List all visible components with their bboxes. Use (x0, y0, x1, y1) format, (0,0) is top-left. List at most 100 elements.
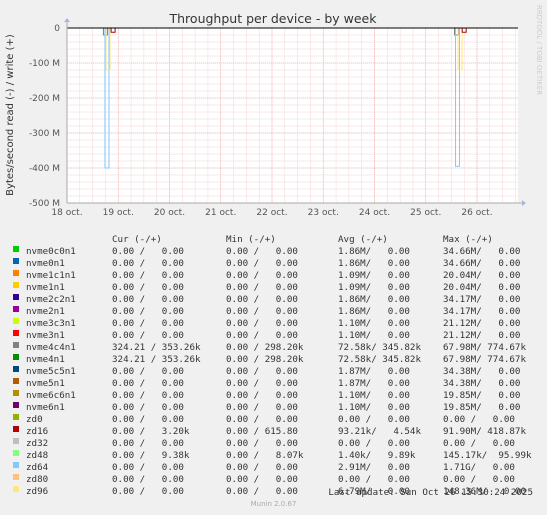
legend-name: nvme4c4n1 (26, 342, 76, 353)
y-tick-label: -300 M (29, 129, 60, 139)
legend-avg: 1.86M/ 0.00 (338, 258, 410, 269)
legend-max: 91.90M/ 418.87k (443, 426, 526, 437)
legend-cur: 0.00 / 0.00 (112, 462, 184, 473)
x-tick-label: 18 oct. (51, 208, 82, 218)
legend-row: nvme0n1 0.00 / 0.00 0.00 / 0.00 1.86M/ 0.00… (12, 258, 542, 270)
legend-swatch (13, 294, 19, 300)
legend-min: 0.00 / 0.00 (226, 366, 298, 377)
plot-background (67, 28, 518, 203)
legend-avg: 1.40k/ 9.89k (338, 450, 416, 461)
legend-name: nvme6c6n1 (26, 390, 76, 401)
legend-row: zd0 0.00 / 0.00 0.00 / 0.00 0.00 / 0.00 0.00… (12, 414, 542, 426)
legend-name: zd0 (26, 414, 43, 425)
legend-avg: 0.00 / 0.00 (338, 438, 410, 449)
legend-min: 0.00 / 0.00 (226, 318, 298, 329)
legend-min: 0.00 / 0.00 (226, 438, 298, 449)
legend-max: 0.00 / 0.00 (443, 474, 515, 485)
legend-avg: 1.87M/ 0.00 (338, 378, 410, 389)
legend-row: zd64 0.00 / 0.00 0.00 / 0.00 2.91M/ 0.00 1.7… (12, 462, 542, 474)
legend-swatch (13, 318, 19, 324)
legend-avg: 72.58k/ 345.82k (338, 342, 421, 353)
legend-cur: 0.00 / 0.00 (112, 486, 184, 497)
legend-avg: 93.21k/ 4.54k (338, 426, 421, 437)
legend-min: 0.00 / 0.00 (226, 270, 298, 281)
legend-min: 0.00 / 298.20k (226, 354, 304, 365)
legend-avg: 2.91M/ 0.00 (338, 462, 410, 473)
legend-cur: 324.21 / 353.26k (112, 354, 201, 365)
legend-cur: 0.00 / 9.38k (112, 450, 190, 461)
legend-max: 67.98M/ 774.67k (443, 354, 526, 365)
legend-swatch (13, 438, 19, 444)
legend-swatch (13, 354, 19, 360)
legend-name: nvme2n1 (26, 306, 65, 317)
legend-cur: 0.00 / 0.00 (112, 438, 184, 449)
legend-rows: nvme0c0n1 0.00 / 0.00 0.00 / 0.00 1.86M/ 0.… (12, 246, 542, 498)
legend-max: 1.71G/ 0.00 (443, 462, 515, 473)
legend-avg: 0.00 / 0.00 (338, 414, 410, 425)
y-tick-label: -200 M (29, 94, 60, 104)
legend-cur: 0.00 / 0.00 (112, 282, 184, 293)
legend-avg: 1.09M/ 0.00 (338, 282, 410, 293)
legend-header-max: Max (-/+) (443, 234, 493, 245)
legend-row: nvme2c2n1 0.00 / 0.00 0.00 / 0.00 1.86M/ 0.… (12, 294, 542, 306)
legend-swatch (13, 246, 19, 252)
legend-swatch (13, 402, 19, 408)
legend-row: zd16 0.00 / 3.20k 0.00 / 615.80 93.21k/ 4.5… (12, 426, 542, 438)
legend-name: zd48 (26, 450, 49, 461)
legend-name: nvme0n1 (26, 258, 65, 269)
legend-min: 0.00 / 0.00 (226, 414, 298, 425)
y-axis-label: Bytes/second read (-) / write (+) (5, 34, 16, 196)
legend-min: 0.00 / 0.00 (226, 258, 298, 269)
x-tick-label: 24 oct. (359, 208, 390, 218)
legend-cur: 0.00 / 0.00 (112, 270, 184, 281)
legend-cur: 0.00 / 0.00 (112, 414, 184, 425)
y-tick-label: -400 M (29, 164, 60, 174)
legend-min: 0.00 / 0.00 (226, 246, 298, 257)
legend-swatch (13, 282, 19, 288)
legend-max: 19.85M/ 0.00 (443, 402, 521, 413)
legend-min: 0.00 / 615.80 (226, 426, 298, 437)
legend-name: nvme0c0n1 (26, 246, 76, 257)
legend-min: 0.00 / 0.00 (226, 306, 298, 317)
legend-avg: 0.00 / 0.00 (338, 474, 410, 485)
legend-avg: 72.58k/ 345.82k (338, 354, 421, 365)
legend-cur: 0.00 / 0.00 (112, 258, 184, 269)
legend-cur: 0.00 / 0.00 (112, 306, 184, 317)
legend-min: 0.00 / 0.00 (226, 330, 298, 341)
legend-name: zd32 (26, 438, 49, 449)
legend-swatch (13, 378, 19, 384)
chart-title: Throughput per device - by week (169, 11, 378, 26)
legend-cur: 0.00 / 0.00 (112, 318, 184, 329)
legend-row: nvme1n1 0.00 / 0.00 0.00 / 0.00 1.09M/ 0.00… (12, 282, 542, 294)
legend-min: 0.00 / 0.00 (226, 390, 298, 401)
legend-name: zd64 (26, 462, 49, 473)
x-tick-label: 25 oct. (410, 208, 441, 218)
legend-name: zd80 (26, 474, 49, 485)
legend-cur: 0.00 / 0.00 (112, 330, 184, 341)
legend-min: 0.00 / 0.00 (226, 294, 298, 305)
legend-row: nvme1c1n1 0.00 / 0.00 0.00 / 0.00 1.09M/ 0.… (12, 270, 542, 282)
legend-swatch (13, 390, 19, 396)
legend-row: zd80 0.00 / 0.00 0.00 / 0.00 0.00 / 0.00 0.0… (12, 474, 542, 486)
legend-max: 34.38M/ 0.00 (443, 378, 521, 389)
legend-swatch (13, 486, 19, 492)
legend-max: 34.38M/ 0.00 (443, 366, 521, 377)
legend-avg: 1.86M/ 0.00 (338, 246, 410, 257)
legend-name: nvme5n1 (26, 378, 65, 389)
legend-swatch (13, 450, 19, 456)
watermark: RRDTOOL / TOBI OETIKER (535, 5, 543, 95)
chart-area: 18 oct. 19 oct. 20 oct. 21 oct. 22 oct. 23 oc… (5, 5, 543, 218)
legend-swatch (13, 366, 19, 372)
legend-name: nvme2c2n1 (26, 294, 76, 305)
legend-header: Cur (-/+) Min (-/+) Avg (-/+) Max (-/+) (12, 234, 542, 246)
legend-max: 0.00 / 0.00 (443, 414, 515, 425)
x-tick-label: 22 oct. (256, 208, 287, 218)
x-tick-label: 23 oct. (308, 208, 339, 218)
legend-row: nvme4n1 324.21 / 353.26k 0.00 / 298.20k 72.… (12, 354, 542, 366)
legend-header-avg: Avg (-/+) (338, 234, 388, 245)
legend-cur: 0.00 / 0.00 (112, 474, 184, 485)
legend-max: 0.00 / 0.00 (443, 438, 515, 449)
legend-min: 0.00 / 0.00 (226, 402, 298, 413)
legend-swatch (13, 462, 19, 468)
legend-cur: 0.00 / 0.00 (112, 246, 184, 257)
